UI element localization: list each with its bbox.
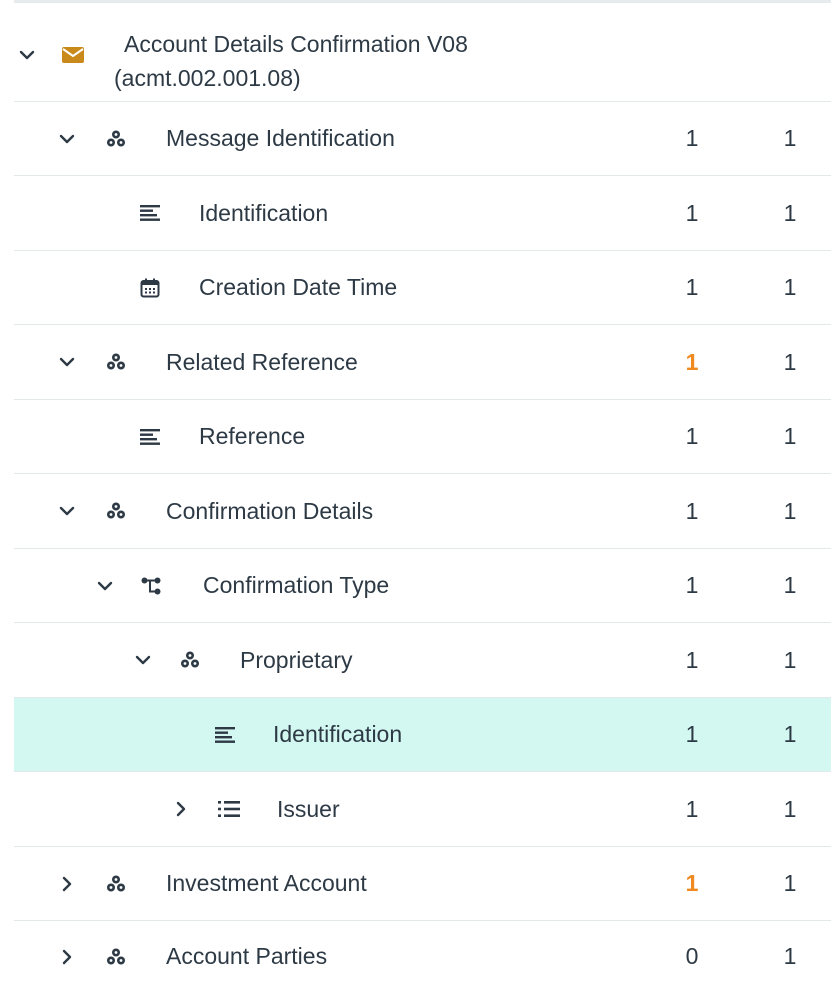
- max-occurs: 1: [783, 125, 797, 151]
- row-label: Confirmation Type: [203, 572, 390, 598]
- row-label: Investment Account: [166, 870, 367, 896]
- calendar-icon: [139, 277, 161, 299]
- max-occurs: 1: [783, 199, 797, 226]
- row-label: Message Identification: [166, 125, 395, 151]
- tree-row-creation-date-time[interactable]: Creation Date Time 1 1: [14, 251, 831, 325]
- tree-row-identification[interactable]: Identification 1 1: [14, 176, 831, 251]
- min-occurs: 1: [685, 274, 699, 300]
- max-occurs: 1: [783, 721, 797, 747]
- chevron-down-icon[interactable]: [18, 46, 36, 64]
- row-label: Identification: [199, 199, 329, 226]
- min-occurs: 1: [685, 199, 699, 226]
- max-occurs: 1: [783, 870, 797, 896]
- tree-row-account-parties[interactable]: Account Parties 0 1: [14, 921, 831, 992]
- min-occurs: 1: [685, 572, 699, 598]
- min-occurs: 1: [685, 721, 699, 747]
- min-occurs: 1: [685, 125, 699, 151]
- row-label: Related Reference: [166, 348, 358, 375]
- row-label: Issuer: [277, 795, 340, 822]
- tree-row-investment-account[interactable]: Investment Account 1 1: [14, 847, 831, 921]
- row-label: Account Parties: [166, 943, 328, 969]
- max-occurs: 1: [783, 572, 797, 598]
- min-occurs: 1: [685, 646, 699, 673]
- chevron-down-icon[interactable]: [96, 577, 114, 595]
- row-label: Proprietary: [240, 646, 353, 673]
- tree-row-confirmation-type[interactable]: Confirmation Type 1 1: [14, 549, 831, 623]
- min-occurs: 1: [685, 795, 699, 822]
- component-icon: [105, 873, 127, 895]
- chevron-down-icon[interactable]: [58, 502, 76, 520]
- min-occurs: 1: [685, 423, 699, 449]
- tree-row-proprietary[interactable]: Proprietary 1 1: [14, 623, 831, 698]
- chevron-down-icon[interactable]: [58, 130, 76, 148]
- chevron-right-icon[interactable]: [58, 948, 76, 966]
- tree-root-row[interactable]: Account Details Confirmation V08 (acmt.0…: [14, 8, 831, 102]
- max-occurs: 1: [783, 423, 797, 449]
- component-icon: [179, 649, 201, 671]
- min-occurs: 0: [685, 943, 699, 969]
- row-label: Creation Date Time: [199, 274, 398, 300]
- component-icon: [105, 128, 127, 150]
- component-icon: [105, 351, 127, 373]
- tree-row-related-reference[interactable]: Related Reference 1 1: [14, 325, 831, 400]
- max-occurs: 1: [783, 348, 797, 375]
- component-icon: [105, 500, 127, 522]
- min-occurs: 1: [685, 497, 699, 524]
- tree-row-proprietary-identification[interactable]: Identification 1 1: [14, 698, 831, 772]
- row-label: Confirmation Details: [166, 497, 374, 524]
- chevron-right-icon[interactable]: [172, 800, 190, 818]
- list-icon: [218, 798, 240, 820]
- chevron-right-icon[interactable]: [58, 875, 76, 893]
- text-field-icon: [214, 724, 236, 746]
- max-occurs: 1: [783, 646, 797, 673]
- root-title: Account Details Confirmation V08 (acmt.0…: [114, 27, 468, 95]
- min-occurs: 1: [685, 870, 699, 896]
- text-field-icon: [139, 426, 161, 448]
- root-title-line1: Account Details Confirmation V08: [124, 31, 468, 57]
- max-occurs: 1: [783, 795, 797, 822]
- envelope-icon: [62, 44, 84, 66]
- text-field-icon: [139, 202, 161, 224]
- chevron-down-icon[interactable]: [134, 651, 152, 669]
- max-occurs: 1: [783, 274, 797, 300]
- max-occurs: 1: [783, 943, 797, 969]
- min-occurs: 1: [685, 348, 699, 375]
- tree-row-message-identification[interactable]: Message Identification 1 1: [14, 102, 831, 176]
- tree-row-issuer[interactable]: Issuer 1 1: [14, 772, 831, 847]
- component-icon: [105, 946, 127, 968]
- message-tree: Account Details Confirmation V08 (acmt.0…: [14, 0, 831, 989]
- tree-row-confirmation-details[interactable]: Confirmation Details 1 1: [14, 474, 831, 549]
- choice-icon: [140, 575, 162, 597]
- tree-row-reference[interactable]: Reference 1 1: [14, 400, 831, 474]
- max-occurs: 1: [783, 497, 797, 524]
- chevron-down-icon[interactable]: [58, 353, 76, 371]
- row-label: Reference: [199, 423, 306, 449]
- row-label: Identification: [273, 721, 403, 747]
- root-title-line2: (acmt.002.001.08): [114, 65, 301, 91]
